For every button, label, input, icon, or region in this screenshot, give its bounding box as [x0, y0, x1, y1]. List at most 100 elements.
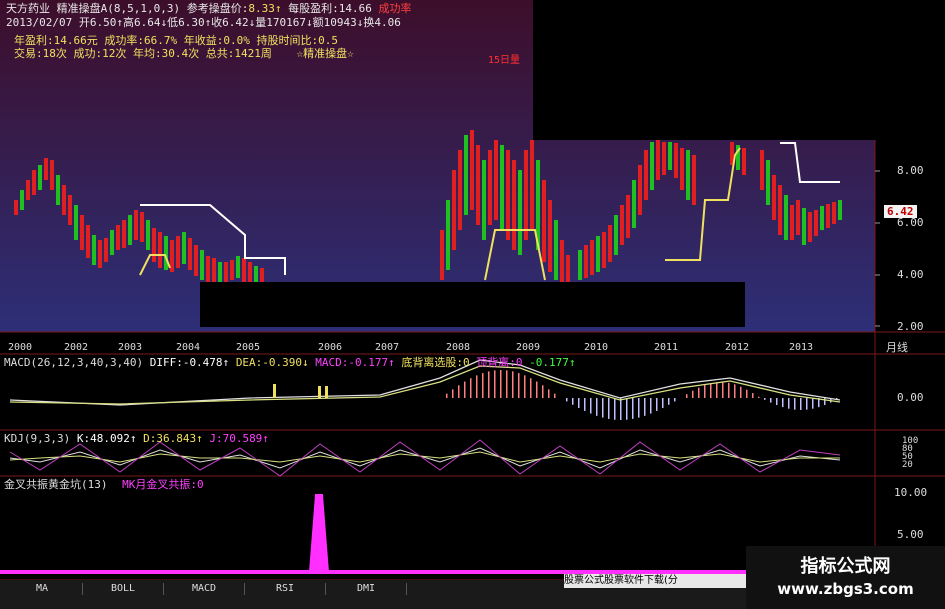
- candle: [224, 262, 228, 282]
- macd-bar: [620, 398, 622, 420]
- macd-top-divergence: 顶背离:0: [476, 356, 523, 369]
- candle: [188, 238, 192, 270]
- volume-label: 15日量: [488, 55, 521, 66]
- year-label: 2005: [236, 342, 261, 353]
- candle: [176, 236, 180, 268]
- candle: [778, 185, 782, 235]
- candle: [446, 200, 450, 270]
- year-label: 2010: [584, 342, 609, 353]
- macd-bar: [524, 375, 526, 398]
- candle: [500, 145, 504, 230]
- candle: [140, 212, 144, 242]
- candle: [638, 165, 642, 215]
- macd-bar: [566, 398, 568, 402]
- macd-bar: [734, 384, 736, 398]
- macd-bar: [716, 382, 718, 398]
- macd-bar: [776, 398, 778, 406]
- candle: [626, 195, 630, 238]
- golden-series: MK月金叉共振:0: [122, 478, 204, 491]
- kdj-tick-20: 20: [902, 460, 913, 470]
- macd-title: MACD(26,12,3,40,3,40): [4, 356, 144, 369]
- candle: [38, 165, 42, 190]
- candle: [542, 180, 546, 262]
- current-price-tag: 6.42: [884, 205, 917, 218]
- year-label: 2011: [654, 342, 679, 353]
- macd-bar: [518, 373, 520, 398]
- candle: [820, 206, 824, 230]
- watermark-url: www.zbgs3.com: [777, 580, 914, 598]
- header-line-2: 2013/02/07 开6.50↑高6.64↓低6.30↑收6.42↓量1701…: [6, 16, 401, 29]
- candle: [790, 205, 794, 240]
- macd-bar: [650, 398, 652, 414]
- year-label: 2002: [64, 342, 89, 353]
- macd-bar: [740, 386, 742, 398]
- macd-bar: [794, 398, 796, 410]
- candle: [122, 220, 126, 248]
- macd-bar: [632, 398, 634, 419]
- strategy-title: ☆精准操盘☆: [296, 47, 354, 60]
- macd-dea-line: [9, 365, 841, 405]
- candle: [254, 266, 258, 282]
- tab-dmi[interactable]: DMI: [326, 583, 407, 595]
- candle: [152, 228, 156, 262]
- macd-bar: [590, 398, 592, 414]
- macd-bar: [506, 370, 508, 398]
- candle: [182, 232, 186, 264]
- macd-bar: [722, 382, 724, 398]
- candle: [236, 256, 240, 278]
- candle: [662, 142, 666, 175]
- candle: [218, 262, 222, 282]
- kdj-axis: 100 80 50 20: [902, 437, 918, 470]
- macd-bar: [572, 398, 574, 405]
- macd-bar: [536, 381, 538, 398]
- candle: [814, 210, 818, 236]
- candle: [134, 210, 138, 240]
- candle: [464, 135, 468, 215]
- tab-boll[interactable]: BOLL: [83, 583, 164, 595]
- macd-bar: [638, 398, 640, 418]
- macd-bar: [806, 398, 808, 410]
- macd-bar: [698, 387, 700, 398]
- year-label: 2006: [318, 342, 343, 353]
- candle: [656, 140, 660, 180]
- macd-top-value: -0.177↑: [529, 356, 576, 369]
- candle: [578, 250, 582, 280]
- tab-rsi[interactable]: RSI: [245, 583, 326, 595]
- kdj-header: KDJ(9,3,3) K:48.092↑ D:36.843↑ J:70.589↑: [4, 433, 269, 445]
- tab-ma[interactable]: MA: [2, 583, 83, 595]
- footer-download-link[interactable]: 股票公式股票软件下载(分: [564, 574, 746, 588]
- chart-canvas: [0, 0, 945, 609]
- candle: [50, 160, 54, 190]
- candle: [20, 190, 24, 210]
- macd-header: MACD(26,12,3,40,3,40) DIFF:-0.478↑ DEA:-…: [4, 357, 576, 369]
- success-rate-label: 成功率: [378, 2, 412, 15]
- candle: [644, 150, 648, 200]
- candle: [476, 145, 480, 225]
- macd-bar: [764, 398, 766, 400]
- year-label: 2007: [375, 342, 400, 353]
- tab-macd[interactable]: MACD: [164, 583, 245, 595]
- macd-bar: [662, 398, 664, 408]
- candle: [796, 200, 800, 235]
- candle: [766, 160, 770, 205]
- golden-tick-10: 10.00: [894, 486, 928, 499]
- header-line-3: 年盈利:14.66元 成功率:66.7% 年收益:0.0% 持股时间比:0.5: [14, 34, 338, 47]
- kdj-k: K:48.092↑: [76, 432, 137, 445]
- macd-bar: [752, 393, 754, 398]
- candle: [838, 200, 842, 220]
- candle: [566, 255, 570, 282]
- macd-bar: [602, 398, 604, 418]
- macd-bar: [578, 398, 580, 408]
- macd-bar: [500, 370, 502, 398]
- macd-bar: [476, 375, 478, 398]
- candle: [742, 148, 746, 175]
- macd-bar: [746, 389, 748, 398]
- candle: [458, 150, 462, 230]
- period-label: 月线: [886, 341, 908, 354]
- macd-bar: [464, 381, 466, 398]
- year-label: 2000: [8, 342, 33, 353]
- macd-bar: [608, 398, 610, 419]
- candle: [68, 195, 72, 225]
- macd-value: MACD:-0.177↑: [315, 356, 395, 369]
- ref-price-value: 8.33↑: [248, 2, 282, 15]
